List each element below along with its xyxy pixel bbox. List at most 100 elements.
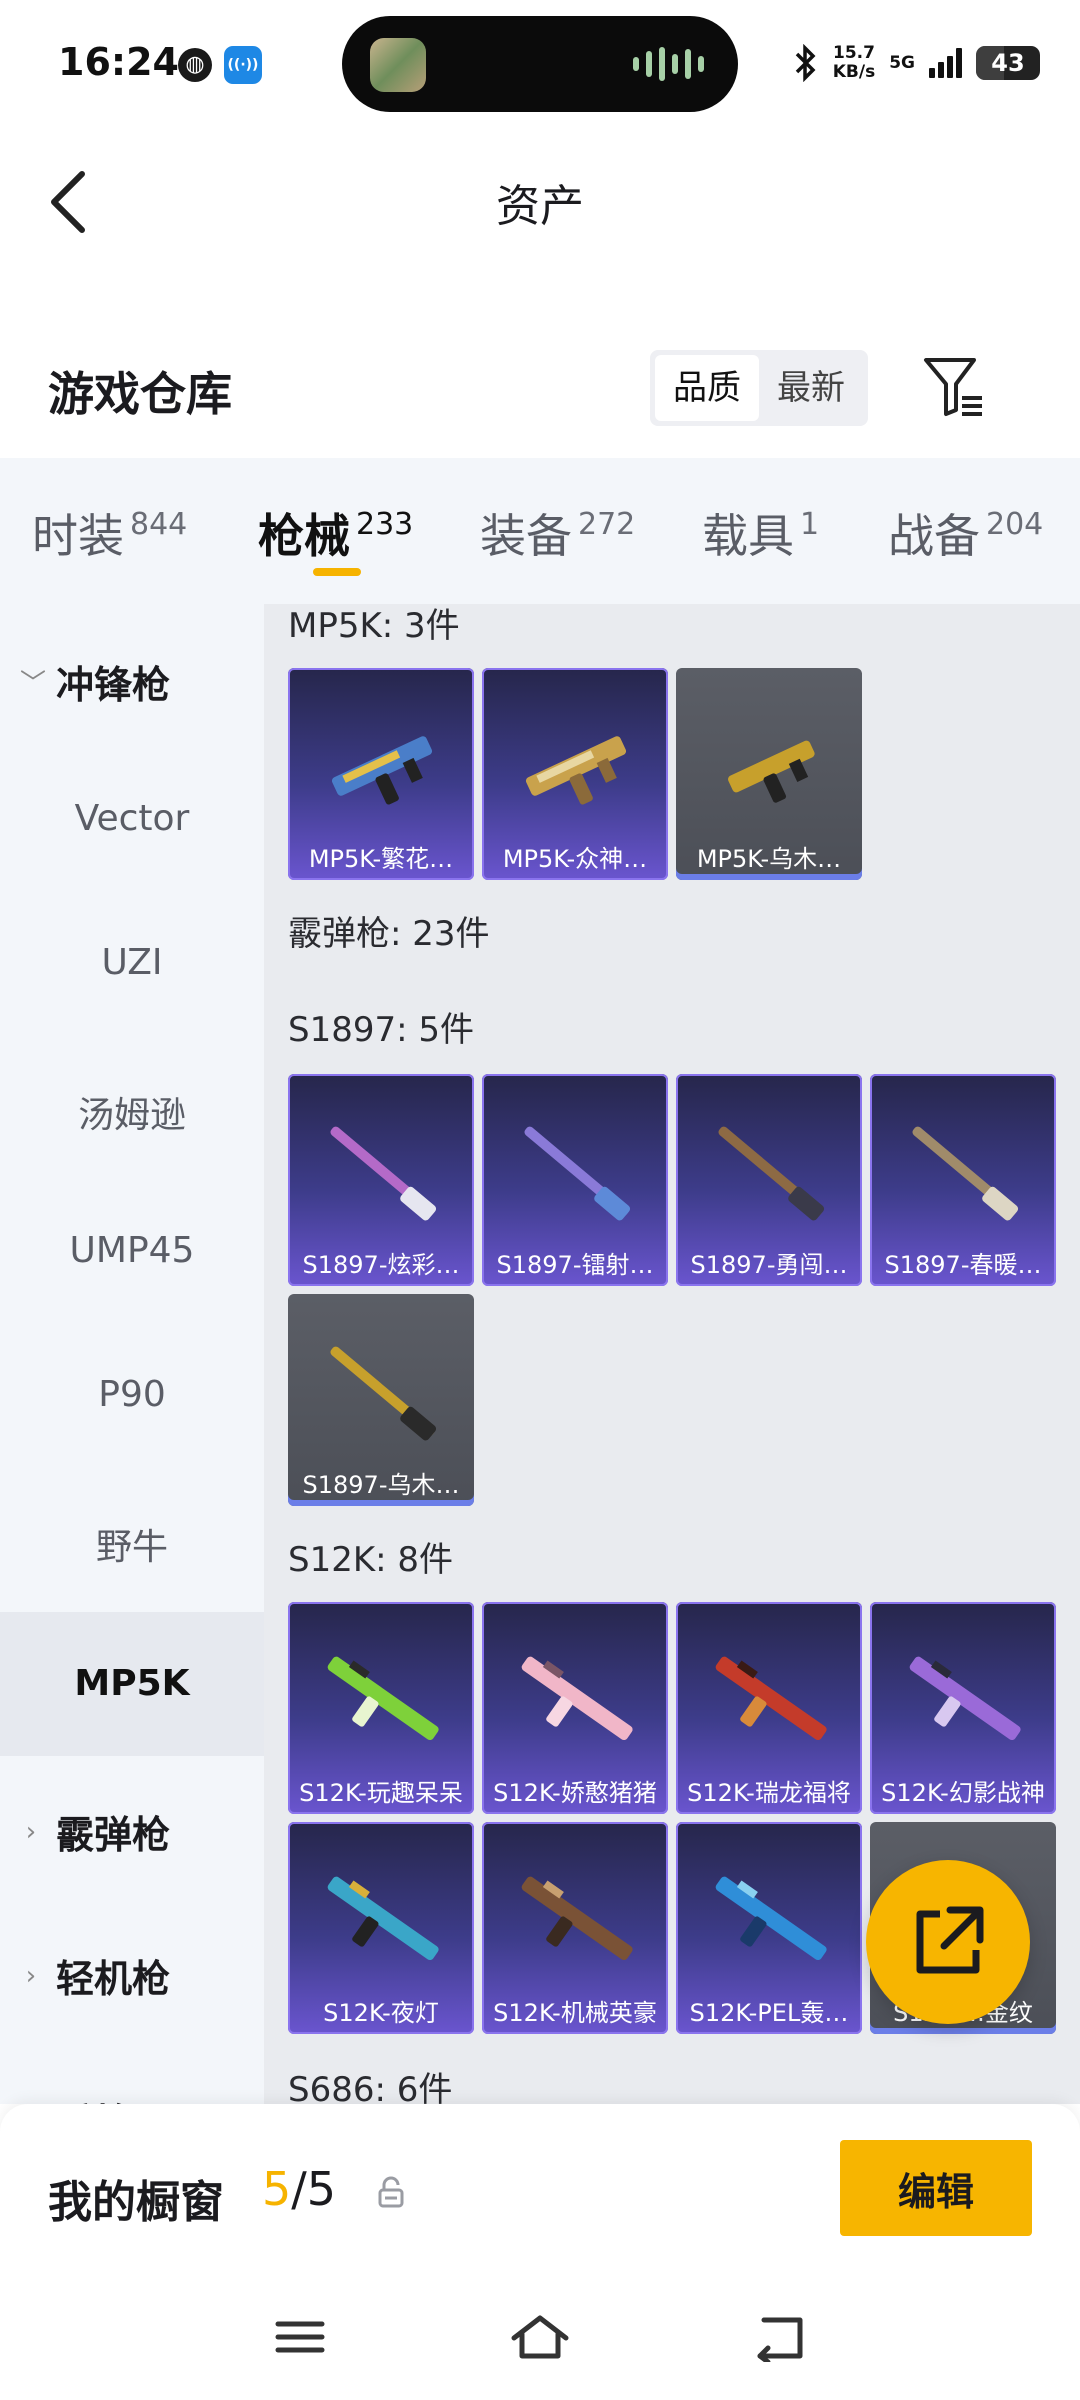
weapon-card[interactable]: MP5K-众神… — [482, 668, 668, 880]
card-label: S1897-春暖… — [884, 1251, 1042, 1279]
tab-label: 战备 — [888, 509, 980, 563]
smg-icon — [728, 740, 815, 803]
shotgun-icon — [524, 1126, 631, 1221]
edit-button[interactable]: 编辑 — [840, 2140, 1032, 2236]
tab-vehicles[interactable]: 载具 1 — [702, 500, 819, 566]
card-label: S12K-夜灯 — [323, 1999, 439, 2027]
network-type: 5G — [889, 53, 915, 73]
card-label: S12K-瑞龙福将 — [687, 1779, 851, 1807]
sidebar-category-shotgun[interactable]: › 霰弹枪 — [20, 1804, 170, 1859]
category-label: 霰弹枪 — [56, 1813, 171, 1857]
tab-label: 装备 — [480, 509, 572, 563]
card-label: MP5K-众神… — [502, 845, 648, 873]
sidebar-item-ump45[interactable]: UMP45 — [0, 1230, 264, 1271]
filter-button[interactable] — [922, 354, 986, 420]
sidebar-category-lmg[interactable]: › 轻机枪 — [20, 1948, 170, 2003]
weapon-card[interactable]: S12K-瑞龙福将 — [676, 1602, 862, 1814]
globe-icon: ◍ — [178, 48, 212, 82]
chevron-down-icon: ﹀ — [20, 669, 47, 699]
sidebar-item-vector[interactable]: Vector — [0, 798, 264, 839]
signal-group: 5G — [889, 53, 915, 73]
weapon-card[interactable]: S12K-娇憨猪猪 — [482, 1602, 668, 1814]
sort-segmented-control: 品质 最新 — [650, 350, 868, 426]
home-icon[interactable] — [510, 2312, 570, 2362]
back-icon[interactable] — [750, 2312, 810, 2362]
rifle-icon — [715, 1656, 827, 1741]
shotgun-icon — [912, 1126, 1019, 1221]
bluetooth-icon — [795, 44, 816, 82]
shotgun-icon — [330, 1346, 437, 1441]
app-notification-icon: ((·)) — [224, 46, 262, 84]
tab-count: 233 — [356, 507, 414, 542]
weapon-card[interactable]: S1897-乌木… — [288, 1294, 474, 1506]
status-time: 16:24 — [58, 40, 179, 84]
card-label: S12K-机械英豪 — [493, 1999, 657, 2027]
sidebar-item-bizon[interactable]: 野牛 — [0, 1518, 264, 1570]
page-title: 资产 — [496, 181, 584, 232]
tab-fashion[interactable]: 时装 844 — [32, 500, 187, 566]
showcase-count: 5/5 — [262, 2162, 336, 2216]
sidebar-item-uzi[interactable]: UZI — [0, 942, 264, 983]
weapon-card[interactable]: S12K-幻影战神 — [870, 1602, 1056, 1814]
chevron-right-icon: › — [25, 1816, 37, 1847]
section-title-shotgun: 霰弹枪: 23件 — [288, 914, 490, 954]
section-title-s1897: S1897: 5件 — [288, 1010, 475, 1050]
tab-count: 204 — [986, 507, 1044, 542]
battery-level: 43 — [991, 49, 1025, 77]
showcase-total: /5 — [291, 2162, 337, 2216]
section-title-mp5k: MP5K: 3件 — [288, 606, 460, 646]
showcase-current: 5 — [262, 2162, 292, 2216]
tab-label: 时装 — [32, 509, 124, 563]
weapon-card[interactable]: S1897-镭射… — [482, 1074, 668, 1286]
card-label: MP5K-繁花… — [308, 845, 454, 873]
card-label: S12K-PEL轰… — [689, 1999, 849, 2027]
tab-equipment[interactable]: 装备 272 — [480, 500, 635, 566]
weapon-card[interactable]: S12K-夜灯 — [288, 1822, 474, 2034]
sidebar-item-p90[interactable]: P90 — [0, 1374, 264, 1415]
tab-supplies[interactable]: 战备 204 — [888, 500, 1043, 566]
weapon-card[interactable]: S1897-勇闯… — [676, 1074, 862, 1286]
battery-icon: 43 — [976, 46, 1040, 80]
sidebar-item-thompson[interactable]: 汤姆逊 — [0, 1086, 264, 1138]
category-label: 轻机枪 — [56, 1957, 171, 2001]
showcase-label: 我的橱窗 — [48, 2177, 224, 2228]
sort-option-newest[interactable]: 最新 — [759, 355, 863, 421]
sidebar-category-pistol[interactable]: ›手枪 — [20, 2092, 132, 2104]
rifle-icon — [521, 1656, 633, 1741]
smg-icon — [525, 736, 627, 805]
showcase-bar: 我的橱窗 5/5 编辑 — [0, 2104, 1080, 2274]
share-fab-button[interactable] — [866, 1860, 1030, 2024]
net-speed-unit: KB/s — [832, 62, 876, 82]
menu-icon[interactable] — [270, 2312, 330, 2362]
card-label: S1897-镭射… — [496, 1251, 654, 1279]
tab-label: 载具 — [702, 509, 794, 563]
weapon-card[interactable]: S12K-玩趣呆呆 — [288, 1602, 474, 1814]
card-label: S1897-乌木… — [302, 1471, 460, 1499]
shotgun-icon — [330, 1126, 437, 1221]
dynamic-island[interactable] — [342, 16, 738, 112]
category-tabs: 时装 844 枪械 233 装备 272 载具 1 战备 204 — [0, 458, 1080, 604]
net-speed: 15.7 KB/s — [833, 44, 875, 82]
tab-count: 1 — [800, 507, 820, 542]
tab-count: 844 — [130, 507, 188, 542]
sort-option-quality[interactable]: 品质 — [655, 355, 759, 421]
sidebar-item-mp5k[interactable]: MP5K — [0, 1612, 264, 1756]
section-title-s686: S686: 6件 — [288, 2070, 453, 2104]
category-label: 冲锋枪 — [56, 663, 171, 707]
chevron-right-icon: › — [25, 1960, 37, 1991]
card-label: S12K-幻影战神 — [881, 1779, 1045, 1807]
sidebar-category-smg[interactable]: ﹀ 冲锋枪 — [20, 654, 170, 709]
rifle-icon — [327, 1876, 439, 1961]
section-title-s12k: S12K: 8件 — [288, 1540, 454, 1580]
weapon-card[interactable]: S12K-PEL轰… — [676, 1822, 862, 2034]
weapon-card[interactable]: S1897-炫彩… — [288, 1074, 474, 1286]
weapon-card[interactable]: MP5K-繁花… — [288, 668, 474, 880]
tab-firearms[interactable]: 枪械 233 — [258, 500, 413, 566]
weapon-card[interactable]: S12K-机械英豪 — [482, 1822, 668, 2034]
weapon-card[interactable]: MP5K-乌木… — [676, 668, 862, 880]
audio-wave-icon — [633, 46, 704, 82]
card-label: MP5K-乌木… — [696, 845, 842, 873]
system-nav-bar — [0, 2274, 1080, 2400]
weapon-card[interactable]: S1897-春暖… — [870, 1074, 1056, 1286]
card-label: S12K-玩趣呆呆 — [299, 1779, 463, 1807]
